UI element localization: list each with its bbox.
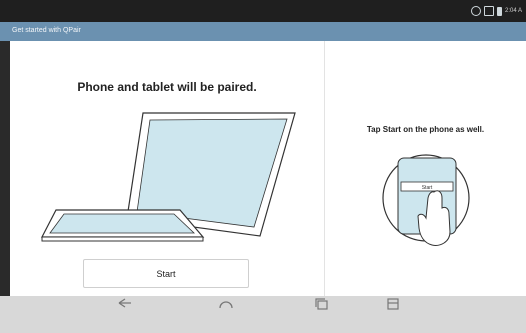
status-time: 2:04 A — [504, 8, 522, 14]
phone-illustration — [41, 209, 205, 242]
status-bar: 2:04 A — [0, 0, 526, 22]
start-button[interactable]: Start — [83, 259, 249, 288]
back-icon[interactable] — [117, 298, 133, 310]
home-icon[interactable] — [218, 298, 234, 310]
tap-start-heading: Tap Start on the phone as well. — [366, 125, 485, 134]
battery-icon — [496, 6, 502, 16]
navigation-bar — [0, 296, 526, 333]
panel-divider — [324, 41, 325, 296]
illustration-start-label: Start — [422, 185, 433, 191]
app-title: Get started with QPair — [12, 27, 81, 34]
phone-tap-illustration: Start — [382, 154, 470, 246]
notification-icon — [483, 6, 494, 16]
recent-apps-icon[interactable] — [314, 298, 330, 310]
menu-icon[interactable] — [385, 298, 401, 310]
title-bar: Get started with QPair — [0, 22, 526, 41]
phone-tablet-illustration — [41, 112, 296, 242]
main-content: Phone and tablet will be paired. Start T… — [10, 41, 526, 296]
status-icons: 2:04 A — [470, 6, 522, 16]
pairing-heading: Phone and tablet will be paired. — [77, 80, 257, 94]
sync-icon — [470, 6, 481, 16]
